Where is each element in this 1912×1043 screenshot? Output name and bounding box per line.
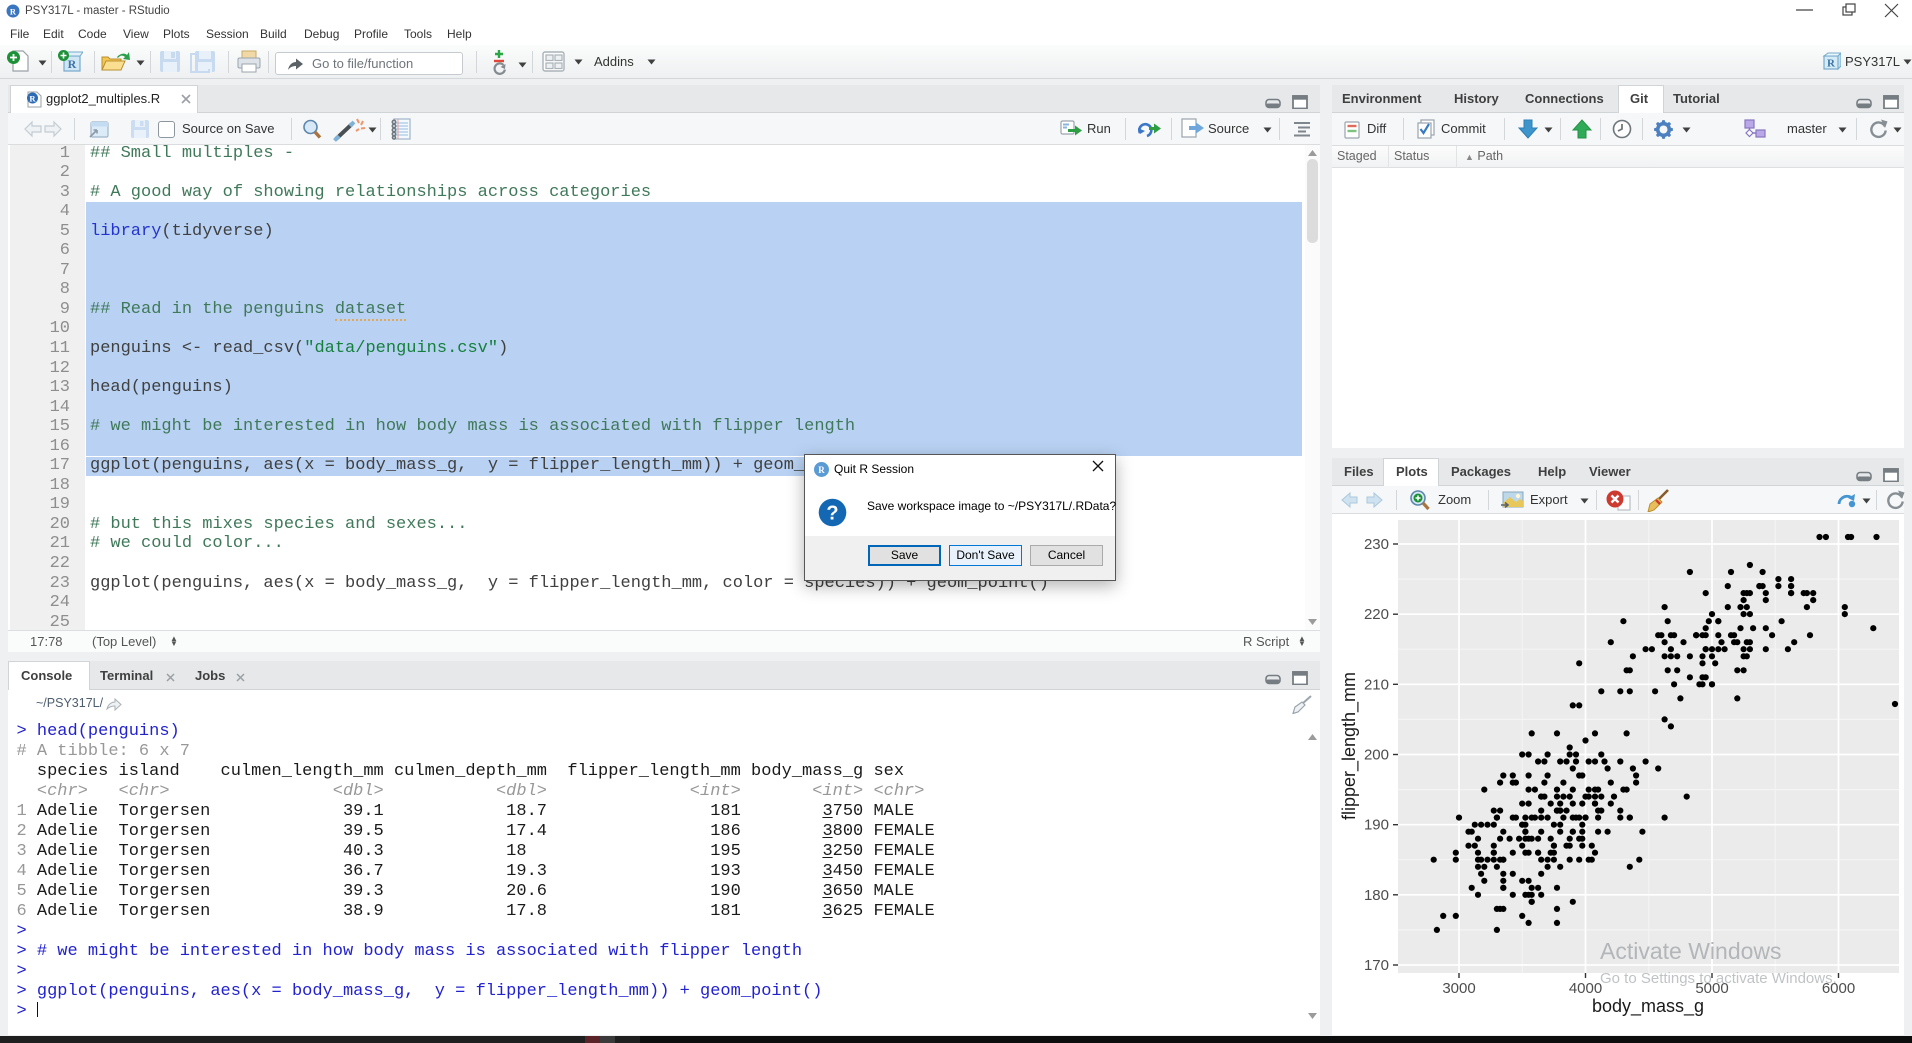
svg-text:?: ?	[826, 503, 838, 525]
svg-text:R: R	[10, 7, 17, 17]
svg-text:230: 230	[1364, 536, 1389, 553]
svg-text:Activate Windows: Activate Windows	[1600, 938, 1782, 964]
svg-text:170: 170	[1364, 957, 1389, 974]
svg-text:4000: 4000	[1569, 980, 1602, 997]
svg-text:190: 190	[1364, 817, 1389, 834]
svg-text:210: 210	[1364, 676, 1389, 693]
svg-text:R: R	[29, 94, 36, 104]
svg-text:180: 180	[1364, 887, 1389, 904]
svg-text:R: R	[818, 465, 825, 475]
svg-text:Go to Settings to activate Win: Go to Settings to activate Windows.	[1600, 970, 1837, 987]
svg-text:body_mass_g: body_mass_g	[1592, 996, 1704, 1017]
svg-text:R: R	[1827, 58, 1836, 70]
svg-text:R: R	[68, 57, 77, 71]
svg-text:220: 220	[1364, 606, 1389, 623]
svg-text:flipper_length_mm: flipper_length_mm	[1339, 672, 1360, 820]
svg-text:3000: 3000	[1442, 980, 1475, 997]
svg-text:200: 200	[1364, 747, 1389, 764]
